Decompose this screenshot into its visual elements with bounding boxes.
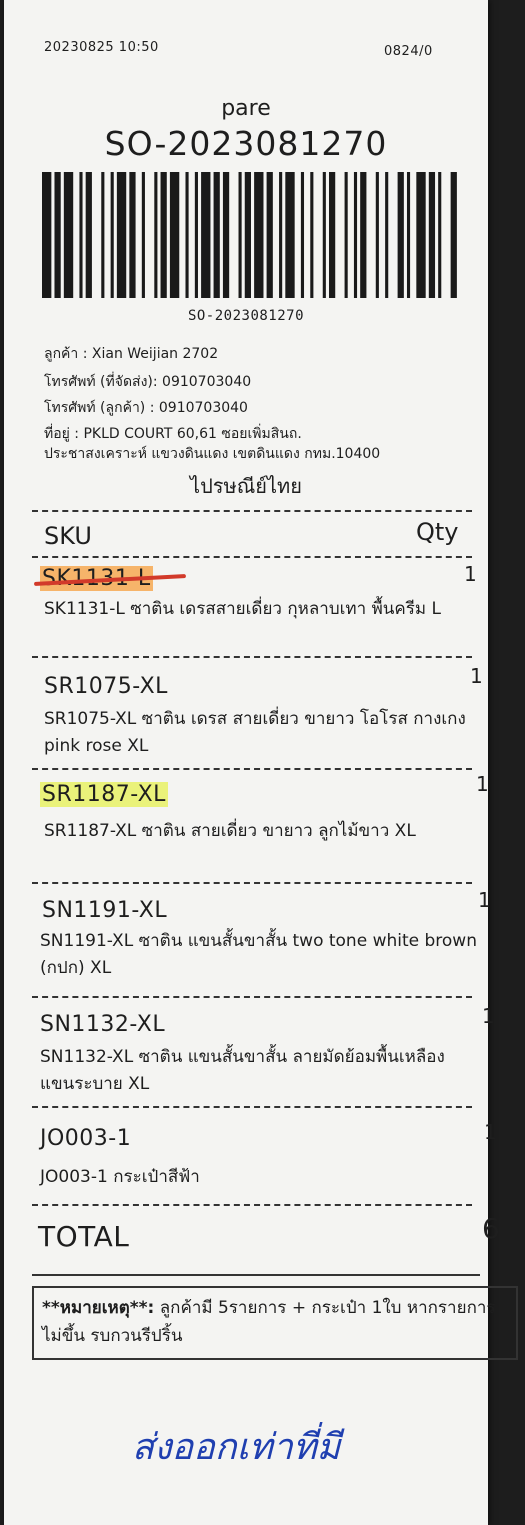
address-line-1: ที่อยู่ : PKLD COURT 60,61 ซอยเพิ่มสินถ.: [44, 426, 302, 442]
item-sku: SN1191-XL: [42, 898, 168, 923]
item-qty: 1: [464, 562, 477, 586]
receipt: 20230825 10:50 0824/0 pare SO-2023081270…: [4, 0, 518, 1525]
qty-column-header: Qty: [416, 518, 459, 546]
item-sku: JO003-1: [40, 1126, 132, 1151]
carrier-name: ไปรษณีย์ไทย: [190, 474, 302, 498]
store-name: pare: [221, 96, 271, 121]
item-description: SR1075-XL ซาติน เดรส สายเดี่ยว ขายาว โอโ…: [44, 709, 466, 756]
item-qty: 1: [476, 772, 489, 796]
total-value: 6: [482, 1212, 501, 1245]
sku-column-header: SKU: [44, 522, 92, 550]
remark-box: **หมายเหตุ**: ลูกค้ามี 5รายการ + กระเป๋า…: [32, 1286, 518, 1360]
item-description: SN1191-XL ซาติน แขนสั้นขาสั้น two tone w…: [40, 931, 477, 978]
divider: [32, 510, 472, 512]
print-datetime: 20230825 10:50: [44, 40, 159, 55]
item-sku: SR1075-XL: [44, 674, 168, 699]
item-description: SR1187-XL ซาติน สายเดี่ยว ขายาว ลูกไม้ขา…: [44, 821, 416, 841]
phone-customer: โทรศัพท์ (ลูกค้า) : 0910703040: [44, 400, 248, 416]
total-label: TOTAL: [38, 1220, 130, 1253]
item-description: JO003-1 กระเป๋าสีฟ้า: [40, 1167, 200, 1187]
page-ref: 0824/0: [384, 44, 433, 59]
item-qty: 1: [470, 664, 483, 688]
remark-label: **หมายเหตุ**:: [42, 1298, 155, 1318]
item-qty: 1: [482, 1004, 495, 1028]
order-number: SO-2023081270: [104, 124, 388, 163]
divider: [32, 556, 472, 558]
divider: [32, 768, 472, 770]
handwritten-note: ส่งออกเท่าที่มี: [132, 1427, 341, 1468]
item-description: SK1131-L ซาติน เดรสสายเดี่ยว กุหลาบเทา พ…: [44, 599, 441, 619]
item-qty: 1: [478, 888, 491, 912]
remark-text: **หมายเหตุ**: ลูกค้ามี 5รายการ + กระเป๋า…: [42, 1294, 512, 1350]
divider: [32, 656, 472, 658]
item-sku: SR1187-XL: [40, 782, 168, 807]
phone-shipping: โทรศัพท์ (ที่จัดส่ง): 0910703040: [44, 374, 252, 390]
item-sku: SN1132-XL: [40, 1012, 166, 1037]
customer-name: ลูกค้า : Xian Weijian 2702: [44, 346, 219, 362]
divider: [32, 1106, 472, 1108]
barcode: [42, 172, 457, 298]
divider: [32, 882, 472, 884]
barcode-text: SO-2023081270: [187, 308, 305, 324]
item-qty: 1: [484, 1120, 497, 1144]
divider: [32, 1274, 480, 1276]
item-description: SN1132-XL ซาติน แขนสั้นขาสั้น ลายมัดย้อม…: [40, 1047, 445, 1094]
divider: [32, 996, 472, 998]
address-line-2: ประชาสงเคราะห์ แขวงดินแดง เขตดินแดง กทม.…: [44, 446, 381, 462]
divider: [32, 1204, 472, 1206]
